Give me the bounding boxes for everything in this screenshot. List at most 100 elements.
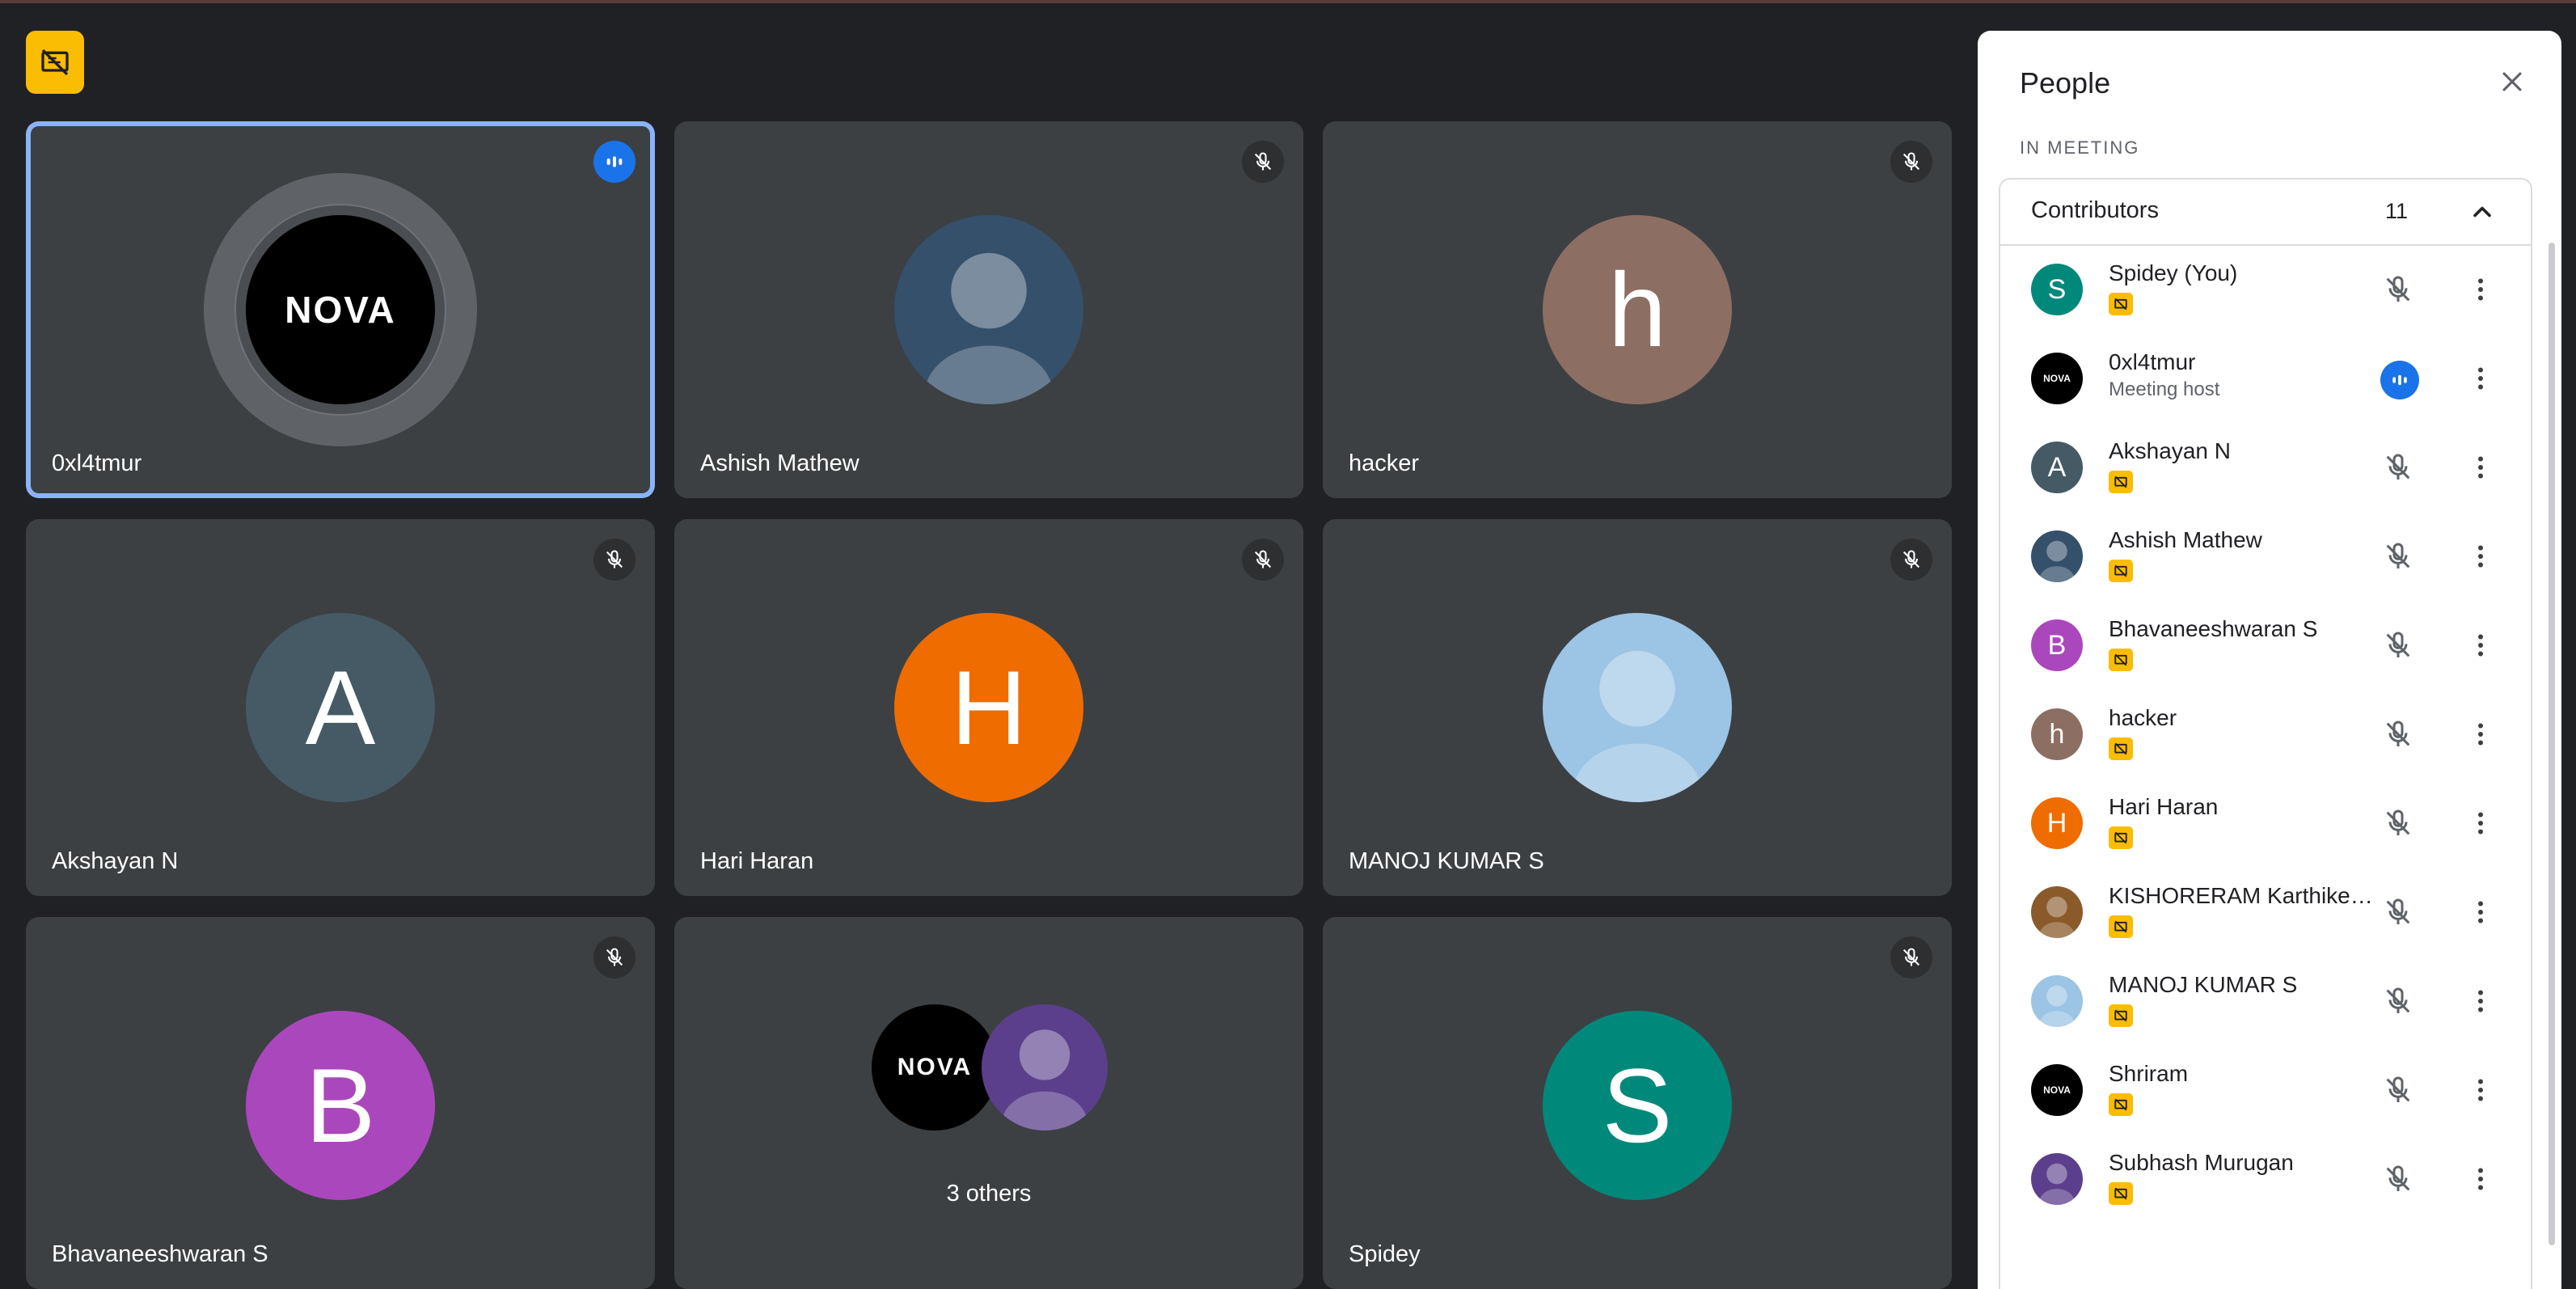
contributors-group: Contributors 11 S Spidey (You) NOVA 0xl4tmu…	[1999, 178, 2532, 1289]
present-off-icon	[2114, 920, 2127, 933]
mute-button[interactable]	[2380, 628, 2416, 663]
present-off-icon	[2114, 564, 2127, 577]
muted-indicator	[593, 539, 636, 581]
more-options-button[interactable]	[2463, 894, 2498, 930]
present-off-icon	[2114, 1009, 2127, 1022]
participant-tile[interactable]: B Bhavaneeshwaran S	[26, 917, 655, 1289]
close-button[interactable]	[2494, 63, 2531, 100]
participant-avatar: NOVA	[2031, 353, 2083, 404]
more-options-button[interactable]	[2463, 716, 2498, 752]
scrollbar[interactable]	[2549, 243, 2555, 1245]
speaking-indicator	[2380, 361, 2419, 399]
section-label: IN MEETING	[2020, 137, 2140, 158]
participant-tile[interactable]: Ashish Mathew	[674, 121, 1303, 498]
participant-avatar: A	[2031, 442, 2083, 493]
mute-button[interactable]	[2380, 1072, 2416, 1108]
mic-off-icon	[606, 550, 623, 568]
mute-button[interactable]	[2380, 894, 2416, 930]
muted-indicator	[1890, 141, 1932, 183]
participant-tile[interactable]: NOVA 3 others	[674, 917, 1303, 1289]
mute-button[interactable]	[2380, 805, 2416, 841]
tile-name: Ashish Mathew	[700, 450, 859, 476]
more-options-button[interactable]	[2463, 539, 2498, 574]
more-options-button[interactable]	[2463, 805, 2498, 841]
more-options-button[interactable]	[2463, 361, 2498, 396]
more-options-button[interactable]	[2463, 983, 2498, 1019]
mic-off-icon	[2386, 543, 2410, 568]
presentation-badge	[2109, 293, 2133, 315]
tile-name: Bhavaneeshwaran S	[52, 1241, 268, 1267]
mic-off-icon	[2386, 1165, 2410, 1191]
mic-off-icon	[2386, 721, 2410, 746]
participant-avatar: H	[2031, 797, 2083, 849]
more-options-button[interactable]	[2463, 272, 2498, 307]
others-label: 3 others	[946, 1181, 1032, 1207]
participant-row[interactable]: Ashish Mathew	[2000, 513, 2534, 603]
participant-name: Shriram	[2109, 1061, 2189, 1086]
more-options-button[interactable]	[2463, 1161, 2498, 1197]
muted-indicator	[593, 936, 636, 978]
tile-name: Hari Haran	[700, 848, 814, 874]
tile-name: MANOJ KUMAR S	[1349, 848, 1544, 874]
tile-name: Akshayan N	[52, 848, 179, 874]
mic-off-icon	[1254, 550, 1272, 568]
participant-row[interactable]: H Hari Haran	[2000, 780, 2534, 870]
present-off-icon	[41, 49, 69, 76]
muted-indicator	[1242, 141, 1284, 183]
participant-row[interactable]: NOVA 0xl4tmur Meeting host	[2000, 335, 2534, 425]
more-vert-icon	[2478, 367, 2483, 390]
mute-button[interactable]	[2380, 450, 2416, 485]
mute-button[interactable]	[2380, 1161, 2416, 1197]
participant-row[interactable]: S Spidey (You)	[2000, 246, 2534, 336]
participant-row[interactable]: A Akshayan N	[2000, 424, 2534, 514]
more-options-button[interactable]	[2463, 1072, 2498, 1108]
group-title: Contributors	[2031, 197, 2159, 223]
speaking-indicator	[593, 141, 636, 183]
participant-tile[interactable]: h hacker	[1323, 121, 1952, 498]
mute-button[interactable]	[2380, 272, 2416, 307]
participant-tile[interactable]: H Hari Haran	[674, 519, 1303, 896]
presentation-badge	[2109, 915, 2133, 938]
participant-row[interactable]: NOVA Shriram	[2000, 1046, 2534, 1137]
participant-tile[interactable]: NOVA 0xl4tmur	[26, 121, 655, 498]
muted-indicator	[1242, 539, 1284, 581]
participant-tile[interactable]: S Spidey	[1323, 917, 1952, 1289]
participant-tile[interactable]: MANOJ KUMAR S	[1323, 519, 1952, 896]
participant-avatar	[2031, 1153, 2083, 1205]
mic-off-icon	[1254, 152, 1272, 171]
mic-off-icon	[2386, 276, 2410, 302]
participant-avatar	[2031, 975, 2083, 1027]
mute-button[interactable]	[2380, 983, 2416, 1019]
participant-name: 0xl4tmur	[2109, 349, 2196, 374]
participant-row[interactable]: B Bhavaneeshwaran S	[2000, 602, 2534, 692]
more-options-button[interactable]	[2463, 450, 2498, 485]
participant-row[interactable]: MANOJ KUMAR S	[2000, 957, 2534, 1048]
participant-tile[interactable]: A Akshayan N	[26, 519, 655, 896]
mic-off-icon	[1902, 152, 1920, 171]
panel-title: People	[2020, 66, 2111, 99]
more-options-button[interactable]	[2463, 628, 2498, 663]
mute-button[interactable]	[2380, 539, 2416, 574]
muted-indicator	[1890, 936, 1932, 978]
more-vert-icon	[2478, 1079, 2483, 1101]
participant-avatar	[2031, 530, 2083, 582]
mic-off-icon	[1902, 948, 1920, 966]
participant-name: hacker	[2109, 705, 2177, 730]
presentation-badge[interactable]	[26, 31, 84, 94]
avatar: S	[1543, 1011, 1732, 1200]
mute-button[interactable]	[2380, 716, 2416, 752]
participant-row[interactable]: KISHORERAM Karthikey…	[2000, 868, 2534, 959]
avatar: h	[1543, 215, 1732, 404]
participant-avatar	[2031, 886, 2083, 938]
more-vert-icon	[2478, 634, 2483, 657]
participant-avatar: NOVA	[2031, 1064, 2083, 1116]
contributors-header[interactable]: Contributors 11	[2000, 180, 2531, 246]
presentation-badge	[2109, 737, 2133, 760]
participant-row[interactable]: h hacker	[2000, 691, 2534, 781]
presentation-badge	[2109, 1182, 2133, 1205]
presentation-badge	[2109, 471, 2133, 493]
present-off-icon	[2114, 1187, 2127, 1200]
mic-off-icon	[2386, 987, 2410, 1013]
participant-role: Meeting host	[2109, 378, 2220, 400]
participant-row[interactable]: Subhash Murugan	[2000, 1135, 2534, 1226]
